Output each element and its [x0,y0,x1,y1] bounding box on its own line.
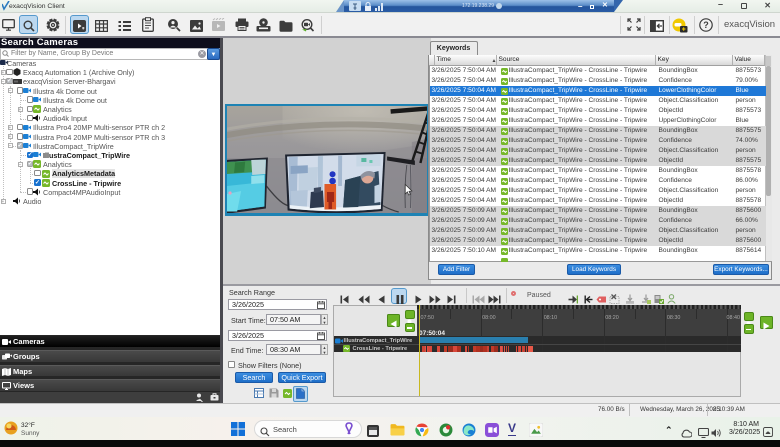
svg-text:?: ? [703,20,709,30]
